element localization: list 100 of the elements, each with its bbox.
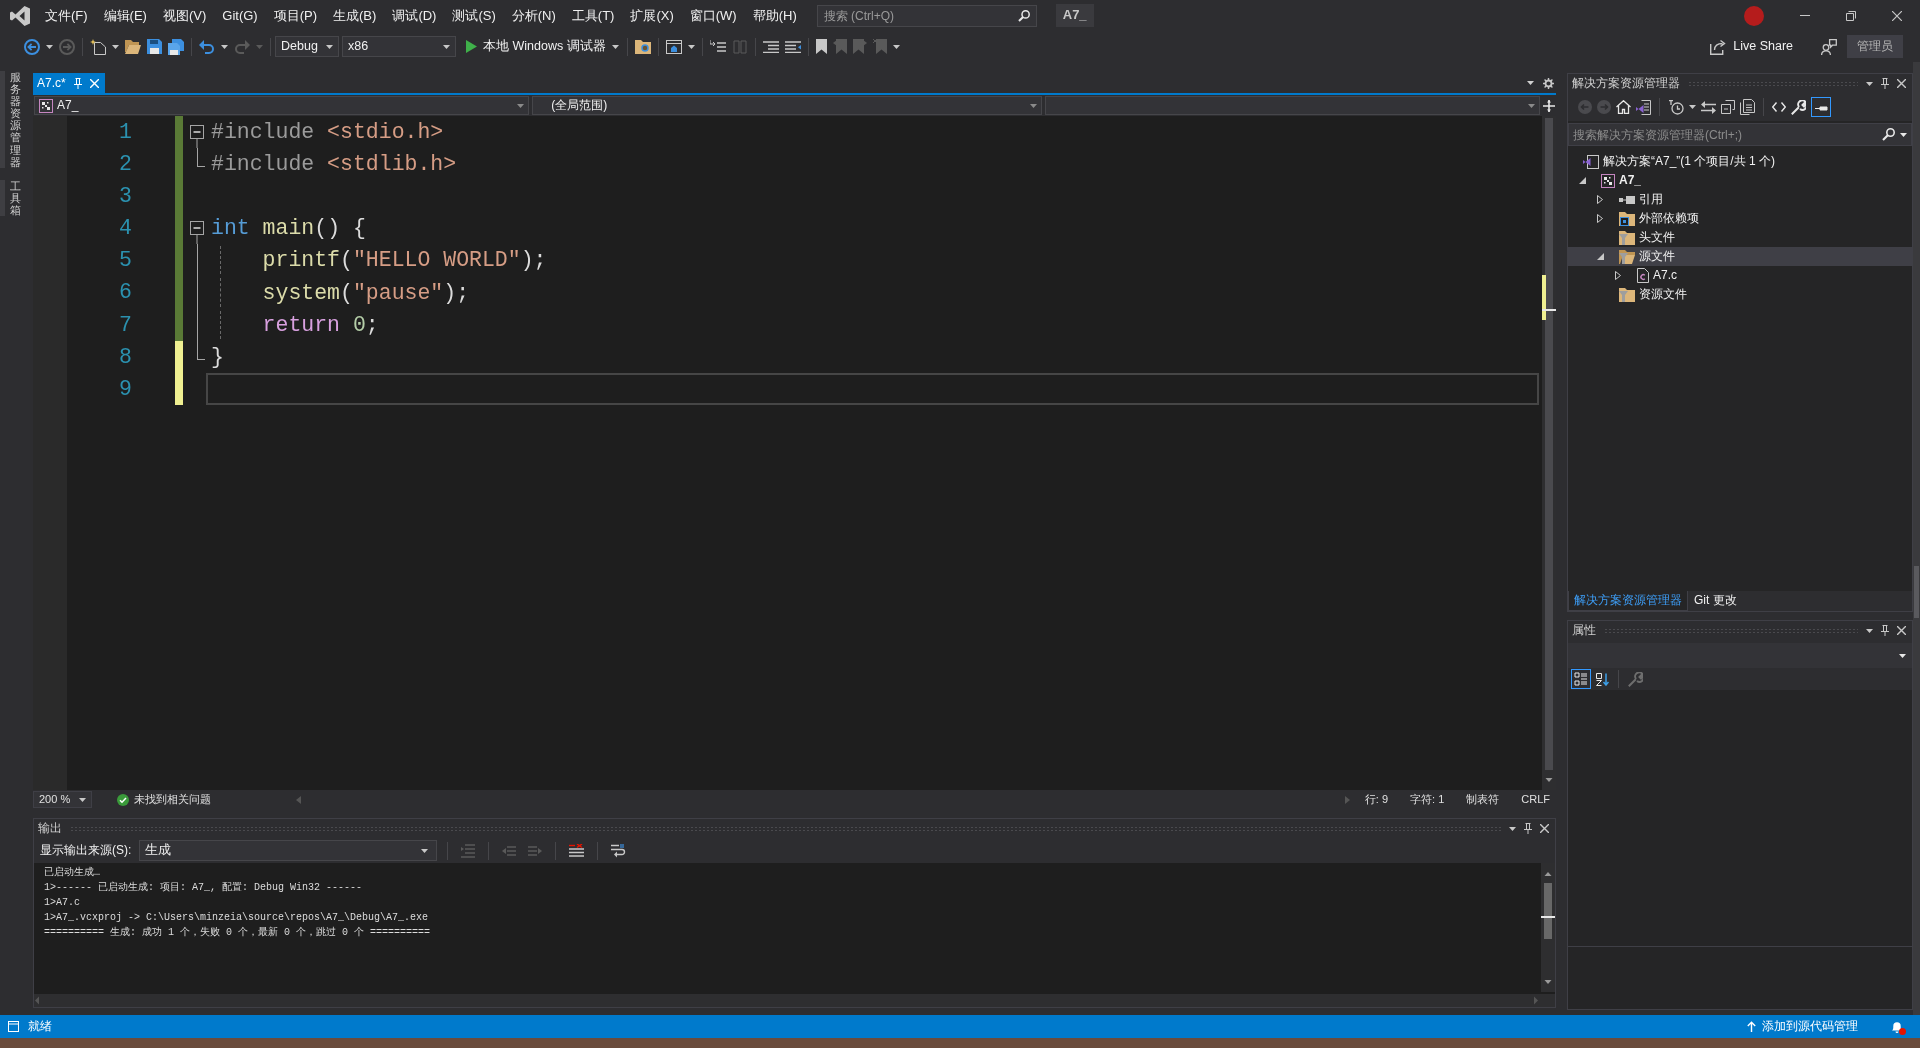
caret-icon[interactable]: [79, 797, 86, 802]
tree-item[interactable]: 头文件: [1568, 228, 1912, 247]
settings-icon[interactable]: [1543, 77, 1554, 89]
zoom-dropdown[interactable]: 200 %: [33, 791, 92, 808]
categorized-icon[interactable]: [1571, 669, 1591, 689]
collapsed-arrow-icon[interactable]: [1597, 214, 1603, 223]
platform-dropdown[interactable]: x86: [342, 36, 456, 57]
source-control-button[interactable]: 添加到源代码管理: [1745, 1019, 1860, 1034]
back-icon[interactable]: [24, 38, 40, 55]
start-debugging-button[interactable]: 本地 Windows 调试器: [462, 34, 623, 59]
side-tab[interactable]: 服务器资源管理器: [0, 71, 21, 168]
list-arrow-icon[interactable]: [709, 39, 726, 54]
menu-item[interactable]: 编辑(E): [95, 3, 155, 28]
caret-icon[interactable]: [112, 44, 119, 49]
panel-tab[interactable]: 解决方案资源管理器: [1568, 591, 1688, 611]
output-window-icon[interactable]: [8, 1021, 19, 1032]
caret-icon[interactable]: [892, 44, 900, 49]
caret-icon[interactable]: [1866, 81, 1873, 86]
indent-mode[interactable]: 制表符: [1466, 792, 1500, 807]
up-arrow-icon[interactable]: [1747, 1021, 1756, 1032]
undo-icon[interactable]: [199, 39, 215, 54]
caret-icon[interactable]: [221, 44, 228, 49]
vertical-scrollbar[interactable]: [1542, 116, 1556, 790]
menu-item[interactable]: 测试(S): [444, 3, 504, 28]
live-share-button[interactable]: Live Share: [1706, 34, 1797, 59]
solution-file-icon[interactable]: [1636, 99, 1651, 115]
configuration-dropdown[interactable]: Debug: [275, 36, 339, 57]
person-speech-icon[interactable]: [1821, 38, 1837, 55]
tree-item[interactable]: 引用: [1568, 190, 1912, 209]
caret-icon[interactable]: [1899, 653, 1906, 658]
indent-lines-icon[interactable]: [762, 40, 779, 53]
folder-search-icon[interactable]: [634, 39, 651, 54]
copy-pages-icon[interactable]: [1740, 99, 1755, 115]
home-icon[interactable]: [1616, 100, 1631, 114]
tree-item[interactable]: A7.c: [1568, 266, 1912, 285]
collapsed-arrow-icon[interactable]: [1615, 271, 1621, 280]
sync-arrows-icon[interactable]: [1701, 100, 1716, 114]
pin-icon[interactable]: [1881, 78, 1889, 89]
folder-icon[interactable]: [125, 39, 141, 54]
preview-toggle-icon[interactable]: [1811, 97, 1831, 117]
menu-item[interactable]: 项目(P): [265, 3, 326, 28]
menu-item[interactable]: 分析(N): [503, 3, 564, 28]
clear-list-icon[interactable]: [569, 843, 585, 858]
caret-icon[interactable]: [46, 44, 53, 49]
split-icon[interactable]: [1543, 99, 1555, 112]
caret-icon[interactable]: [1866, 628, 1873, 633]
menu-item[interactable]: 工具(T): [563, 3, 623, 28]
caret-icon[interactable]: [611, 44, 619, 49]
horizontal-scrollbar[interactable]: [296, 795, 1350, 804]
scope-dropdown[interactable]: (全局范围): [532, 96, 1042, 115]
save-icon[interactable]: [147, 39, 162, 54]
menu-item[interactable]: 扩展(X): [622, 3, 682, 28]
stacked-windows-icon[interactable]: [1721, 100, 1735, 114]
search-icon[interactable]: [1882, 128, 1895, 141]
collapsed-arrow-icon[interactable]: [1597, 195, 1603, 204]
play-icon[interactable]: [466, 40, 477, 53]
issues-status[interactable]: 未找到相关问题: [134, 792, 211, 807]
line-ending[interactable]: CRLF: [1521, 792, 1550, 807]
browser-window-icon[interactable]: [665, 39, 682, 54]
caret-icon[interactable]: [421, 848, 429, 853]
sort-az-icon[interactable]: [1596, 672, 1609, 686]
expanded-arrow-icon[interactable]: [1579, 177, 1586, 184]
close-icon[interactable]: [1892, 10, 1902, 21]
code-brackets-icon[interactable]: [1772, 102, 1786, 112]
new-item-icon[interactable]: [90, 38, 106, 55]
bookmark-icon[interactable]: [815, 39, 827, 54]
caret-icon[interactable]: [326, 44, 333, 49]
tree-item[interactable]: 解决方案“A7_”(1 个项目/共 1 个): [1568, 152, 1912, 171]
close-icon[interactable]: [1540, 824, 1549, 833]
search-icon[interactable]: [1017, 9, 1030, 22]
caret-icon[interactable]: [1900, 133, 1907, 137]
caret-icon[interactable]: [1509, 826, 1516, 831]
project-dropdown[interactable]: A7_: [34, 96, 530, 115]
pin-icon[interactable]: [1881, 625, 1889, 636]
search-field[interactable]: 搜索解决方案资源管理器(Ctrl+;): [1568, 123, 1912, 146]
menu-item[interactable]: 调试(D): [384, 3, 445, 28]
output-source-dropdown[interactable]: 生成: [139, 840, 438, 861]
tree-item[interactable]: A7_: [1568, 171, 1912, 190]
pin-icon[interactable]: [1524, 823, 1532, 834]
search-field[interactable]: 搜索 (Ctrl+Q): [816, 4, 1037, 27]
account-button[interactable]: 管理员: [1847, 35, 1903, 58]
outdent-lines-icon[interactable]: [784, 40, 801, 53]
expanded-arrow-icon[interactable]: [1597, 253, 1604, 260]
share-icon[interactable]: [1710, 38, 1727, 55]
restore-icon[interactable]: [1846, 10, 1856, 21]
close-icon[interactable]: [1897, 79, 1906, 88]
menu-item[interactable]: 文件(F): [37, 3, 96, 28]
horizontal-scrollbar[interactable]: [34, 994, 1555, 1007]
caret-icon[interactable]: [1527, 81, 1534, 85]
tree-item[interactable]: 源文件: [1568, 247, 1912, 266]
caret-icon[interactable]: [687, 44, 695, 49]
vertical-scrollbar[interactable]: [1541, 863, 1555, 992]
menu-item[interactable]: Git(G): [214, 3, 266, 28]
menu-item[interactable]: 生成(B): [325, 3, 385, 28]
caret-icon[interactable]: [443, 44, 450, 49]
menu-item[interactable]: 视图(V): [154, 3, 215, 28]
caret-icon[interactable]: [1689, 105, 1696, 109]
close-icon[interactable]: [1897, 626, 1906, 635]
menu-item[interactable]: 帮助(H): [744, 3, 805, 28]
save-all-icon[interactable]: [168, 38, 184, 55]
